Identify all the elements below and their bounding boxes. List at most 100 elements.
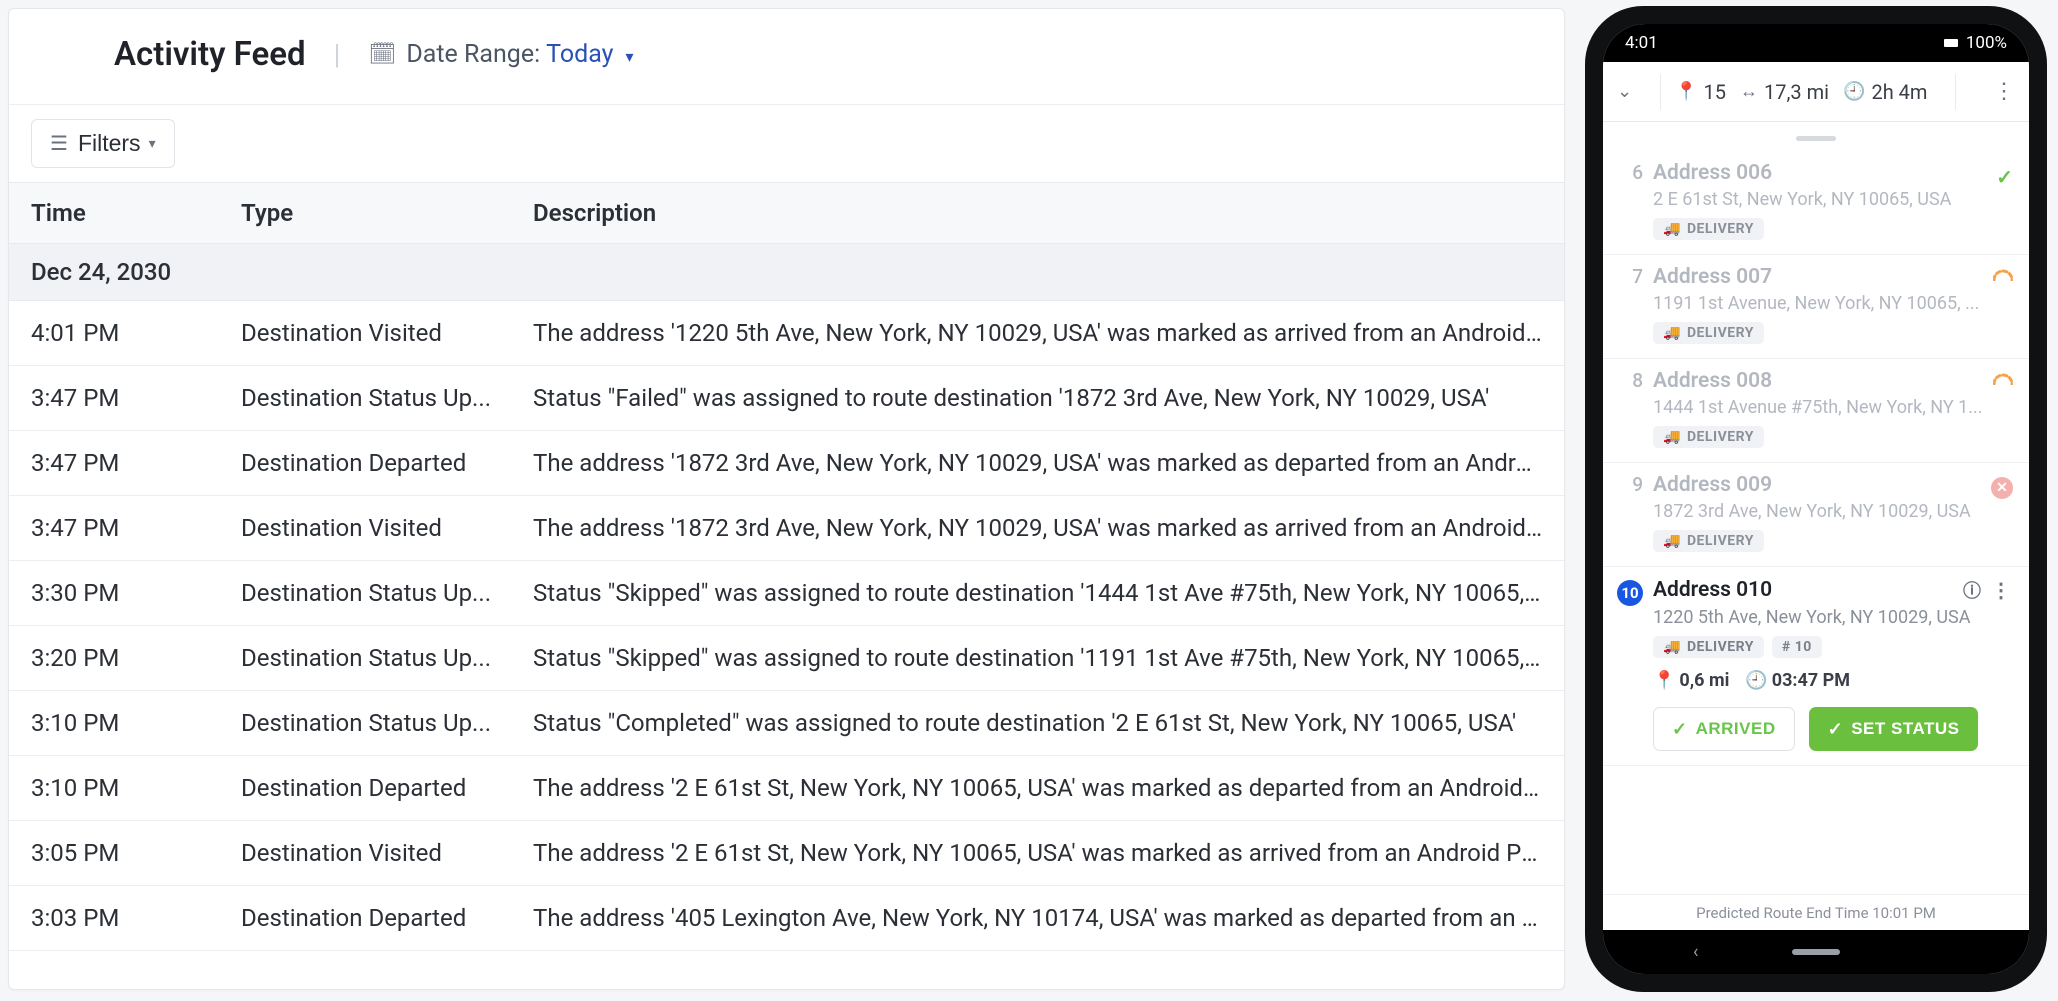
cell-type: Destination Departed <box>219 886 511 951</box>
stop-title: Address 007 <box>1653 265 1772 289</box>
stop-item[interactable]: 6 Address 006 2 E 61st St, New York, NY … <box>1603 151 2029 255</box>
stop-address: 1220 5th Ave, New York, NY 10029, USA <box>1653 607 2011 628</box>
table-row[interactable]: 3:05 PM Destination Visited The address … <box>9 821 1564 886</box>
statusbar-battery: 100% <box>1966 33 2007 53</box>
stop-badge: 10 <box>1617 580 1643 606</box>
cell-desc: The address '2 E 61st St, New York, NY 1… <box>511 821 1564 886</box>
table-row[interactable]: 3:30 PM Destination Status Up... Status … <box>9 561 1564 626</box>
stop-menu-button[interactable]: ⋮ <box>1991 578 2011 602</box>
pin-icon: 📍 <box>1653 670 1675 691</box>
set-status-button[interactable]: ✓ SET STATUS <box>1809 707 1979 751</box>
cell-time: 3:05 PM <box>9 821 219 886</box>
drag-handle[interactable] <box>1796 136 1836 141</box>
status-skipped-icon <box>1993 269 2013 281</box>
route-duration: 🕘 2h 4m <box>1843 80 1927 104</box>
delivery-tag: 🚚DELIVERY <box>1653 530 1764 552</box>
date-range-value: Today <box>546 40 613 69</box>
delivery-tag: 🚚DELIVERY <box>1653 218 1764 240</box>
table-row[interactable]: 3:10 PM Destination Status Up... Status … <box>9 691 1564 756</box>
stop-address: 1872 3rd Ave, New York, NY 10029, USA <box>1653 501 2011 522</box>
cell-type: Destination Status Up... <box>219 626 511 691</box>
stop-number: 9 <box>1617 473 1653 552</box>
cell-desc: The address '2 E 61st St, New York, NY 1… <box>511 756 1564 821</box>
cell-desc: Status "Skipped" was assigned to route d… <box>511 626 1564 691</box>
stops-list[interactable]: 6 Address 006 2 E 61st St, New York, NY … <box>1603 122 2029 894</box>
collapse-button[interactable]: ⌄ <box>1617 81 1632 102</box>
cell-time: 3:47 PM <box>9 431 219 496</box>
table-row[interactable]: 4:01 PM Destination Visited The address … <box>9 301 1564 366</box>
filters-label: Filters <box>78 130 141 157</box>
route-stops-value: 15 <box>1704 80 1726 104</box>
col-desc-header[interactable]: Description <box>511 183 1564 244</box>
date-group-row: Dec 24, 2030 <box>9 244 1564 301</box>
cell-type: Destination Status Up... <box>219 561 511 626</box>
stop-item[interactable]: 8 Address 008 1444 1st Avenue #75th, New… <box>1603 359 2029 463</box>
cell-type: Destination Visited <box>219 821 511 886</box>
cell-time: 3:47 PM <box>9 496 219 561</box>
home-pill[interactable] <box>1792 949 1840 955</box>
filters-bar: ☰ Filters ▾ <box>9 104 1564 182</box>
cell-time: 3:03 PM <box>9 886 219 951</box>
cell-type: Destination Visited <box>219 301 511 366</box>
cell-time: 3:10 PM <box>9 756 219 821</box>
stop-address: 2 E 61st St, New York, NY 10065, USA <box>1653 189 2011 210</box>
activity-feed-header: Activity Feed | 🗓 Date Range: Today ▾ <box>9 9 1564 104</box>
delivery-tag: 🚚DELIVERY <box>1653 426 1764 448</box>
cell-desc: Status "Completed" was assigned to route… <box>511 691 1564 756</box>
table-row[interactable]: 3:47 PM Destination Departed The address… <box>9 431 1564 496</box>
info-button[interactable]: ⓘ <box>1963 577 1981 603</box>
delivery-tag: 🚚DELIVERY <box>1653 322 1764 344</box>
status-skipped-icon <box>1993 373 2013 385</box>
cell-time: 3:30 PM <box>9 561 219 626</box>
stop-item[interactable]: 9 Address 009 1872 3rd Ave, New York, NY… <box>1603 463 2029 567</box>
cell-time: 3:20 PM <box>9 626 219 691</box>
route-distance-value: 17,3 mi <box>1764 80 1829 104</box>
activity-feed-panel: Activity Feed | 🗓 Date Range: Today ▾ ☰ … <box>8 8 1565 990</box>
arrived-label: ARRIVED <box>1696 719 1776 739</box>
table-row[interactable]: 3:10 PM Destination Departed The address… <box>9 756 1564 821</box>
phone-screen: 4:01 100% ⌄ 📍 15 ↔ 17,3 mi 🕘 2h 4m ⋮ <box>1603 24 2029 974</box>
cell-time: 4:01 PM <box>9 301 219 366</box>
route-duration-value: 2h 4m <box>1871 80 1927 104</box>
truck-icon: 🚚 <box>1663 533 1681 549</box>
route-menu-button[interactable]: ⋮ <box>1993 79 2015 104</box>
phone-frame: 4:01 100% ⌄ 📍 15 ↔ 17,3 mi 🕘 2h 4m ⋮ <box>1585 6 2047 992</box>
stop-number: 6 <box>1617 161 1653 240</box>
stop-title: Address 008 <box>1653 369 1772 393</box>
stop-distance: 0,6 mi <box>1679 670 1729 691</box>
pin-icon: 📍 <box>1675 81 1697 102</box>
page-title: Activity Feed <box>114 35 306 74</box>
cell-type: Destination Departed <box>219 431 511 496</box>
date-range-picker[interactable]: Today ▾ <box>540 40 633 69</box>
predicted-end-time: Predicted Route End Time 10:01 PM <box>1603 894 2029 930</box>
cell-time: 3:10 PM <box>9 691 219 756</box>
truck-icon: 🚚 <box>1663 429 1681 445</box>
route-distance: ↔ 17,3 mi <box>1740 80 1829 104</box>
cell-desc: The address '1872 3rd Ave, New York, NY … <box>511 431 1564 496</box>
cell-desc: The address '1872 3rd Ave, New York, NY … <box>511 496 1564 561</box>
activity-table: Time Type Description Dec 24, 2030 4:01 … <box>9 182 1564 951</box>
chevron-down-icon: ▾ <box>625 47 633 66</box>
cell-type: Destination Departed <box>219 756 511 821</box>
col-type-header[interactable]: Type <box>219 183 511 244</box>
clock-icon: 🕘 <box>1843 81 1865 102</box>
date-group-label: Dec 24, 2030 <box>9 244 1564 301</box>
filters-button[interactable]: ☰ Filters ▾ <box>31 119 175 168</box>
set-status-label: SET STATUS <box>1851 719 1959 739</box>
back-button[interactable]: ‹ <box>1693 942 1698 963</box>
calendar-icon: 🗓 <box>368 42 396 67</box>
col-time-header[interactable]: Time <box>9 183 219 244</box>
delivery-tag: 🚚DELIVERY <box>1653 636 1764 658</box>
table-row[interactable]: 3:03 PM Destination Departed The address… <box>9 886 1564 951</box>
stop-meta: 📍0,6 mi 🕘03:47 PM <box>1653 670 2011 691</box>
arrived-button[interactable]: ✓ ARRIVED <box>1653 707 1795 751</box>
stop-item[interactable]: 7 Address 007 1191 1st Avenue, New York,… <box>1603 255 2029 359</box>
stop-item-active[interactable]: 10 Address 010 ⓘ ⋮ 1220 5th Ave, New Yor… <box>1603 567 2029 766</box>
divider <box>1955 74 1956 110</box>
divider: | <box>334 38 341 71</box>
statusbar: 4:01 100% <box>1603 24 2029 62</box>
table-row[interactable]: 3:47 PM Destination Visited The address … <box>9 496 1564 561</box>
stop-number: 7 <box>1617 265 1653 344</box>
table-row[interactable]: 3:20 PM Destination Status Up... Status … <box>9 626 1564 691</box>
table-row[interactable]: 3:47 PM Destination Status Up... Status … <box>9 366 1564 431</box>
